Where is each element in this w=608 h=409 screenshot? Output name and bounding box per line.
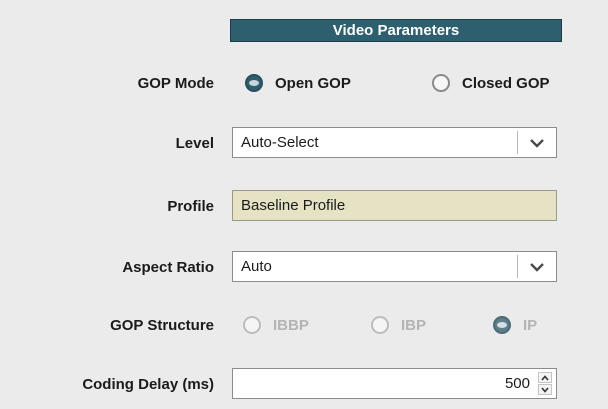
coding-delay-label: Coding Delay (ms): [82, 376, 214, 393]
radio-unchecked-icon: [243, 316, 261, 334]
profile-value: Baseline Profile: [241, 197, 346, 214]
profile-label: Profile: [167, 198, 214, 215]
level-select[interactable]: Auto-Select: [232, 127, 557, 158]
gop-mode-closed-label: Closed GOP: [462, 74, 550, 92]
coding-delay-value: 500: [504, 375, 530, 392]
gop-structure-label: GOP Structure: [110, 317, 214, 334]
gop-structure-ip-radio[interactable]: IP: [493, 316, 537, 334]
gop-mode-label: GOP Mode: [137, 75, 214, 92]
gop-structure-ibbp-label: IBBP: [273, 316, 309, 334]
gop-mode-open-label: Open GOP: [275, 74, 351, 92]
spin-down-icon[interactable]: [538, 384, 552, 395]
chevron-down-icon[interactable]: [517, 255, 556, 278]
aspect-ratio-label: Aspect Ratio: [122, 259, 214, 276]
gop-structure-ibbp-radio[interactable]: IBBP: [243, 316, 309, 334]
gop-structure-ip-label: IP: [523, 316, 538, 334]
aspect-ratio-value: Auto: [241, 258, 272, 275]
aspect-ratio-select[interactable]: Auto: [232, 251, 557, 282]
section-header: Video Parameters: [230, 19, 562, 42]
gop-mode-closed-radio[interactable]: Closed GOP: [432, 74, 550, 92]
radio-unchecked-icon: [432, 74, 450, 92]
video-parameters-panel: Video Parameters GOP Mode Open GOP Close…: [0, 0, 608, 409]
radio-unchecked-icon: [371, 316, 389, 334]
radio-checked-icon: [245, 74, 263, 92]
profile-field: Baseline Profile: [232, 190, 557, 221]
level-value: Auto-Select: [241, 134, 319, 151]
gop-mode-open-radio[interactable]: Open GOP: [245, 74, 351, 92]
coding-delay-spinner[interactable]: 500: [232, 368, 557, 399]
gop-structure-ibp-radio[interactable]: IBP: [371, 316, 426, 334]
radio-checked-icon: [493, 316, 511, 334]
level-label: Level: [175, 135, 214, 152]
spin-buttons: [538, 372, 552, 395]
chevron-down-icon[interactable]: [517, 131, 556, 154]
spin-up-icon[interactable]: [538, 372, 552, 383]
gop-structure-ibp-label: IBP: [401, 316, 427, 334]
